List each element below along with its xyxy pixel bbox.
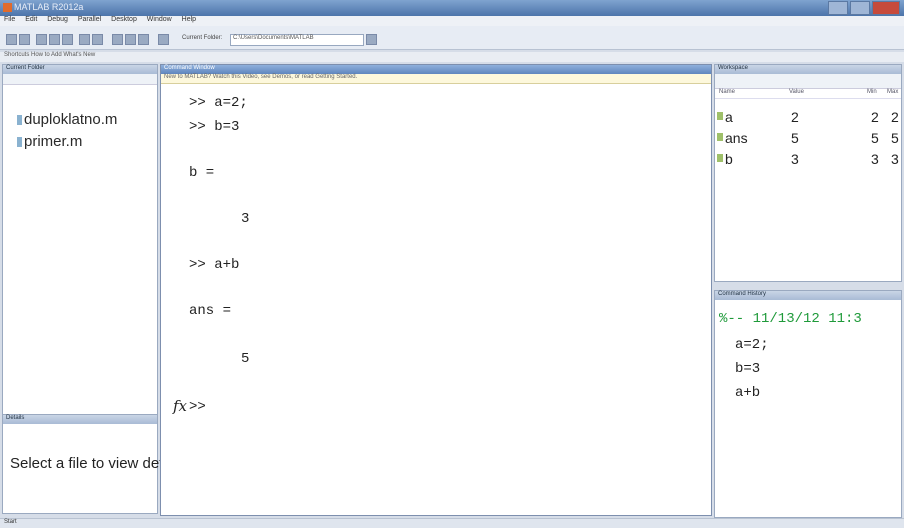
command-line: >> a=2; — [189, 95, 248, 111]
title-bar: MATLAB R2012a — [0, 0, 904, 16]
command-window-header: Command Window — [161, 65, 711, 74]
redo-icon[interactable] — [92, 34, 103, 45]
command-line: >> b=3 — [189, 119, 240, 135]
getting-started-notice[interactable]: New to MATLAB? Watch this Video, see Dem… — [161, 74, 711, 84]
help-icon[interactable] — [158, 34, 169, 45]
command-history-panel: Command History %-- 11/13/12 11:3 a=2; b… — [714, 290, 902, 518]
variable-min: 2 — [871, 109, 879, 125]
menu-desktop[interactable]: Desktop — [111, 16, 137, 23]
variable-icon — [717, 133, 723, 141]
shortcuts-bar[interactable]: Shortcuts How to Add What's New — [0, 52, 904, 62]
variable-min: 5 — [871, 130, 879, 146]
column-value[interactable]: Value — [789, 89, 804, 95]
command-window[interactable]: Command Window New to MATLAB? Watch this… — [160, 64, 712, 516]
output-line: ans = — [189, 303, 232, 319]
copy-icon[interactable] — [49, 34, 60, 45]
file-item[interactable]: primer.m — [17, 133, 82, 150]
variable-min: 3 — [871, 151, 879, 167]
variable-name: b — [725, 151, 733, 167]
column-min[interactable]: Min — [867, 89, 877, 95]
toolbar: Current Folder: C:\Users\Documents\MATLA… — [0, 26, 904, 50]
variable-value: 2 — [791, 109, 799, 125]
command-history-header: Command History — [715, 291, 901, 300]
variable-name: a — [725, 109, 733, 125]
m-file-icon — [17, 115, 22, 126]
menu-edit[interactable]: Edit — [25, 16, 37, 23]
history-entry[interactable]: a=2; — [735, 337, 769, 353]
file-name: duploklatno.m — [24, 111, 118, 128]
variable-max: 3 — [891, 151, 899, 167]
guide-icon[interactable] — [125, 34, 136, 45]
menu-debug[interactable]: Debug — [47, 16, 68, 23]
current-folder-label: Current Folder: — [182, 35, 223, 41]
menu-bar: File Edit Debug Parallel Desktop Window … — [0, 16, 904, 26]
details-panel: Details Select a file to view details — [2, 414, 186, 514]
variable-value: 5 — [791, 130, 799, 146]
simulink-icon[interactable] — [112, 34, 123, 45]
output-line: b = — [189, 165, 215, 181]
variable-icon — [717, 112, 723, 120]
current-folder-address[interactable] — [3, 74, 157, 85]
maximize-button[interactable] — [850, 1, 870, 15]
details-header: Details — [3, 415, 157, 424]
profiler-icon[interactable] — [138, 34, 149, 45]
close-button[interactable] — [872, 1, 900, 15]
m-file-icon — [17, 137, 22, 148]
workspace-panel: Workspace Name Value Min Max a 2 2 2 ans… — [714, 64, 902, 282]
file-item[interactable]: duploklatno.m — [17, 111, 117, 128]
variable-max: 5 — [891, 130, 899, 146]
output-value: 3 — [241, 211, 250, 227]
variable-max: 2 — [891, 109, 899, 125]
output-value: 5 — [241, 351, 250, 367]
column-name[interactable]: Name — [719, 89, 735, 95]
browse-folder-icon[interactable] — [366, 34, 377, 45]
history-session-header[interactable]: %-- 11/13/12 11:3 — [719, 311, 862, 327]
history-entry[interactable]: a+b — [735, 385, 760, 401]
history-entry[interactable]: b=3 — [735, 361, 760, 377]
current-folder-field[interactable]: C:\Users\Documents\MATLAB — [230, 34, 364, 46]
command-line: >> a+b — [189, 257, 240, 273]
workspace-row[interactable]: a 2 2 2 — [715, 109, 903, 125]
fx-function-browser-icon[interactable]: fx — [173, 397, 187, 415]
window-title: MATLAB R2012a — [14, 2, 84, 12]
undo-icon[interactable] — [79, 34, 90, 45]
workspace-columns: Name Value Min Max — [715, 89, 901, 99]
current-folder-header: Current Folder — [3, 65, 157, 74]
minimize-button[interactable] — [828, 1, 848, 15]
menu-parallel[interactable]: Parallel — [78, 16, 101, 23]
status-bar: Start — [0, 518, 904, 528]
workspace-header: Workspace — [715, 65, 901, 74]
workspace-row[interactable]: b 3 3 3 — [715, 151, 903, 167]
variable-value: 3 — [791, 151, 799, 167]
workspace-toolbar[interactable] — [715, 74, 901, 89]
variable-icon — [717, 154, 723, 162]
new-file-icon[interactable] — [6, 34, 17, 45]
menu-help[interactable]: Help — [182, 16, 196, 23]
command-prompt[interactable]: >> — [189, 399, 206, 415]
matlab-app-icon — [3, 3, 12, 12]
open-file-icon[interactable] — [19, 34, 30, 45]
workspace-row[interactable]: ans 5 5 5 — [715, 130, 903, 146]
file-name: primer.m — [24, 133, 83, 150]
cut-icon[interactable] — [36, 34, 47, 45]
menu-file[interactable]: File — [4, 16, 15, 23]
column-max[interactable]: Max — [887, 89, 898, 95]
start-button[interactable]: Start — [4, 519, 17, 525]
menu-window[interactable]: Window — [147, 16, 172, 23]
paste-icon[interactable] — [62, 34, 73, 45]
variable-name: ans — [725, 130, 748, 146]
